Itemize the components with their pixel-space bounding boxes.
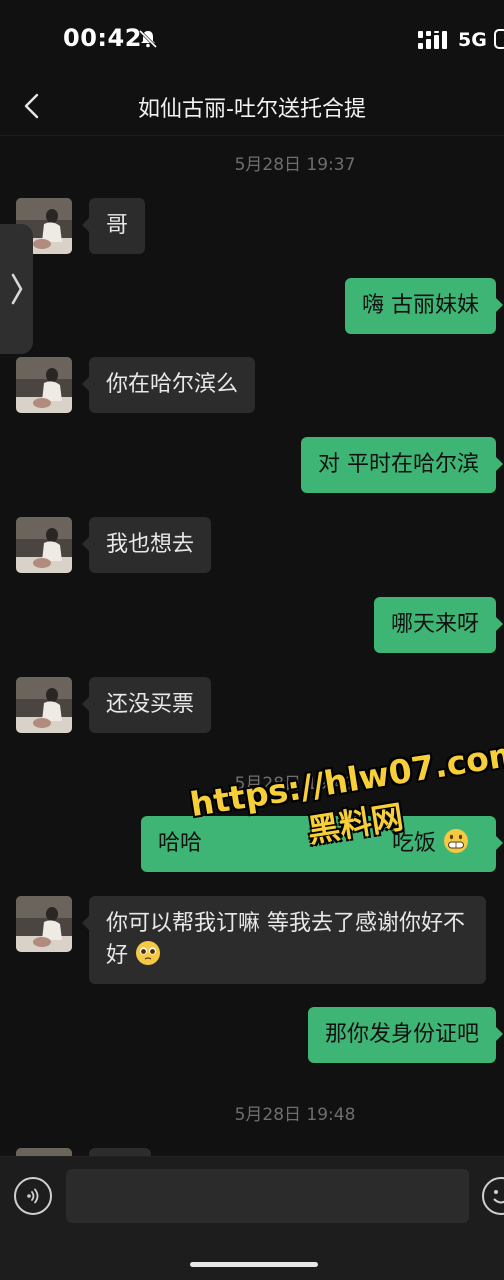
signal-icon	[418, 31, 447, 49]
status-bar: 00:42 5G	[0, 0, 504, 80]
avatar[interactable]	[16, 517, 72, 573]
timestamp: 5月28日 19:37	[234, 155, 356, 175]
timestamp: 5月28日 19:43	[234, 774, 356, 794]
avatar[interactable]	[16, 1148, 72, 1156]
side-drawer-handle[interactable]	[0, 224, 33, 354]
grinning-emoji	[444, 829, 469, 853]
home-indicator	[190, 1262, 318, 1267]
message-text-end: 吃饭	[392, 831, 437, 856]
battery-icon	[494, 29, 504, 49]
message-input[interactable]	[66, 1169, 469, 1223]
message-bubble[interactable]: 还没买票	[81, 677, 212, 733]
voice-icon	[27, 1188, 39, 1204]
chevron-right-icon	[11, 273, 22, 305]
message-bubble[interactable]: 对 平时在哈尔滨	[301, 437, 503, 493]
message-bubble[interactable]: 哥	[81, 198, 146, 254]
pleading-emoji	[136, 941, 161, 965]
emoji-icon	[493, 1190, 504, 1204]
message-bubble[interactable]: 你在哈尔滨么	[81, 357, 256, 413]
chat-header: 如仙古丽-吐尔送托合提	[0, 80, 504, 136]
message-bubble[interactable]: 那你发身份证吧	[307, 1007, 504, 1063]
timestamp: 5月28日 19:48	[234, 1105, 356, 1125]
chat-title: 如仙古丽-吐尔送托合提	[138, 97, 366, 122]
message-bubble[interactable]: 嗨 古丽妹妹	[345, 278, 503, 334]
status-time: 00:42	[63, 24, 142, 52]
voice-button[interactable]	[14, 1177, 52, 1215]
message-bubble[interactable]: 我也想去	[81, 517, 212, 573]
message-list[interactable]: 5月28日 19:37 哥 嗨 古丽妹妹 你在哈尔滨么 对 平时在哈尔滨 我也想…	[0, 136, 504, 1156]
bell-muted-icon	[138, 29, 158, 49]
message-bubble[interactable]: 哈哈 吃饭	[141, 816, 503, 872]
avatar[interactable]	[16, 677, 72, 733]
avatar[interactable]	[16, 357, 72, 413]
message-bubble[interactable]	[89, 1148, 151, 1156]
emoji-button[interactable]	[482, 1177, 504, 1215]
network-type: 5G	[458, 29, 487, 51]
message-text-start: 哈哈	[158, 831, 203, 856]
message-bubble[interactable]: 哪天来呀	[373, 597, 504, 653]
avatar[interactable]	[16, 896, 72, 952]
message-bubble[interactable]: 你可以帮我订嘛 等我去了感谢你好不好	[82, 896, 486, 984]
